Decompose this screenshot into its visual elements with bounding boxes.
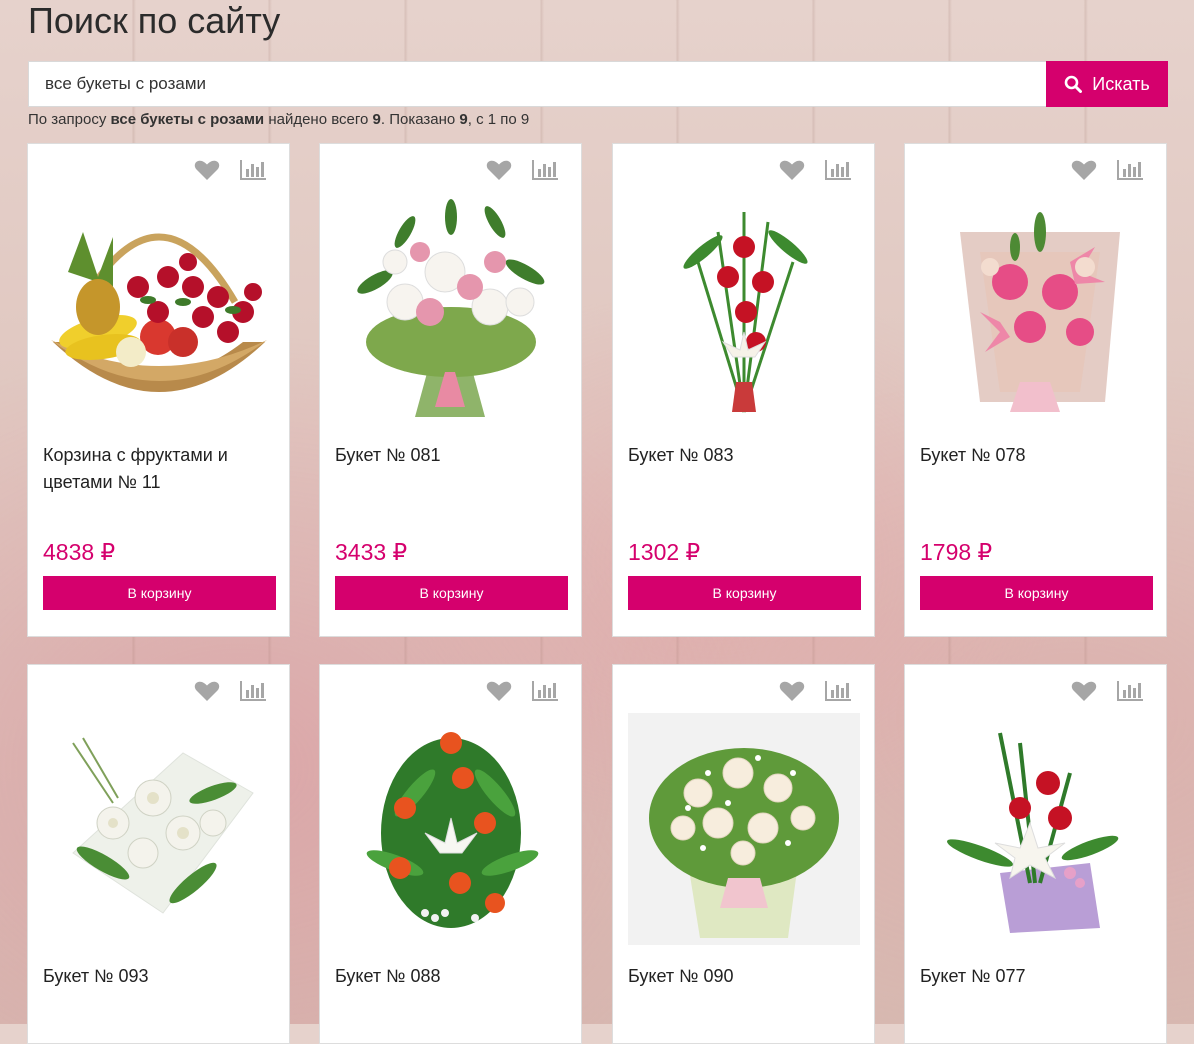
bouquet-image[interactable] bbox=[628, 713, 860, 945]
heart-icon[interactable] bbox=[778, 158, 806, 182]
product-name[interactable]: Букет № 077 bbox=[920, 963, 1152, 990]
compare-chart-icon[interactable] bbox=[824, 158, 852, 182]
product-card: Букет № 090 bbox=[612, 664, 875, 1044]
search-button-label: Искать bbox=[1092, 73, 1150, 94]
compare-chart-icon[interactable] bbox=[239, 158, 267, 182]
fruit-basket-image[interactable] bbox=[43, 192, 275, 424]
product-price: 3433 ₽ bbox=[335, 539, 408, 565]
compare-chart-icon[interactable] bbox=[1116, 679, 1144, 703]
product-name[interactable]: Букет № 093 bbox=[43, 963, 275, 990]
bouquet-image[interactable] bbox=[43, 713, 275, 945]
product-card: Букет № 088 bbox=[319, 664, 582, 1044]
heart-icon[interactable] bbox=[193, 679, 221, 703]
product-name[interactable]: Букет № 083 bbox=[628, 442, 860, 469]
search-summary-query: все букеты с розами bbox=[110, 111, 265, 128]
add-to-cart-button[interactable]: В корзину bbox=[628, 576, 861, 610]
product-price: 1302 ₽ bbox=[628, 539, 701, 565]
search-summary-shown: 9 bbox=[459, 111, 468, 128]
search-bar: Искать bbox=[28, 61, 1168, 107]
product-card: Букет № 078 1798 ₽ В корзину bbox=[904, 143, 1167, 637]
bouquet-image[interactable] bbox=[335, 713, 567, 945]
product-name[interactable]: Букет № 088 bbox=[335, 963, 567, 990]
compare-chart-icon[interactable] bbox=[531, 679, 559, 703]
product-name[interactable]: Корзина с фруктами и цветами № 11 bbox=[43, 442, 275, 496]
compare-chart-icon[interactable] bbox=[239, 679, 267, 703]
product-price: 4838 ₽ bbox=[43, 539, 116, 565]
add-to-cart-button[interactable]: В корзину bbox=[43, 576, 276, 610]
heart-icon[interactable] bbox=[485, 679, 513, 703]
compare-chart-icon[interactable] bbox=[531, 158, 559, 182]
product-card: Корзина с фруктами и цветами № 11 4838 ₽… bbox=[27, 143, 290, 637]
product-card: Букет № 077 bbox=[904, 664, 1167, 1044]
bouquet-image[interactable] bbox=[628, 192, 860, 424]
heart-icon[interactable] bbox=[778, 679, 806, 703]
heart-icon[interactable] bbox=[1070, 679, 1098, 703]
bouquet-image[interactable] bbox=[335, 192, 567, 424]
heart-icon[interactable] bbox=[193, 158, 221, 182]
product-card: Букет № 081 3433 ₽ В корзину bbox=[319, 143, 582, 637]
product-price: 1798 ₽ bbox=[920, 539, 993, 565]
search-button[interactable]: Искать bbox=[1046, 61, 1168, 107]
bouquet-image[interactable] bbox=[920, 192, 1152, 424]
search-summary: По запросу все букеты с розами найдено в… bbox=[28, 111, 530, 128]
product-card: Букет № 083 1302 ₽ В корзину bbox=[612, 143, 875, 637]
product-name[interactable]: Букет № 081 bbox=[335, 442, 567, 469]
page-title: Поиск по сайту bbox=[28, 0, 281, 41]
product-card: Букет № 093 bbox=[27, 664, 290, 1044]
search-summary-total: 9 bbox=[372, 111, 381, 128]
add-to-cart-button[interactable]: В корзину bbox=[335, 576, 568, 610]
product-name[interactable]: Букет № 078 bbox=[920, 442, 1152, 469]
compare-chart-icon[interactable] bbox=[1116, 158, 1144, 182]
add-to-cart-button[interactable]: В корзину bbox=[920, 576, 1153, 610]
compare-chart-icon[interactable] bbox=[824, 679, 852, 703]
search-icon bbox=[1064, 75, 1083, 93]
search-input[interactable] bbox=[28, 61, 1046, 107]
bouquet-image[interactable] bbox=[920, 713, 1152, 945]
product-name[interactable]: Букет № 090 bbox=[628, 963, 860, 990]
heart-icon[interactable] bbox=[1070, 158, 1098, 182]
heart-icon[interactable] bbox=[485, 158, 513, 182]
